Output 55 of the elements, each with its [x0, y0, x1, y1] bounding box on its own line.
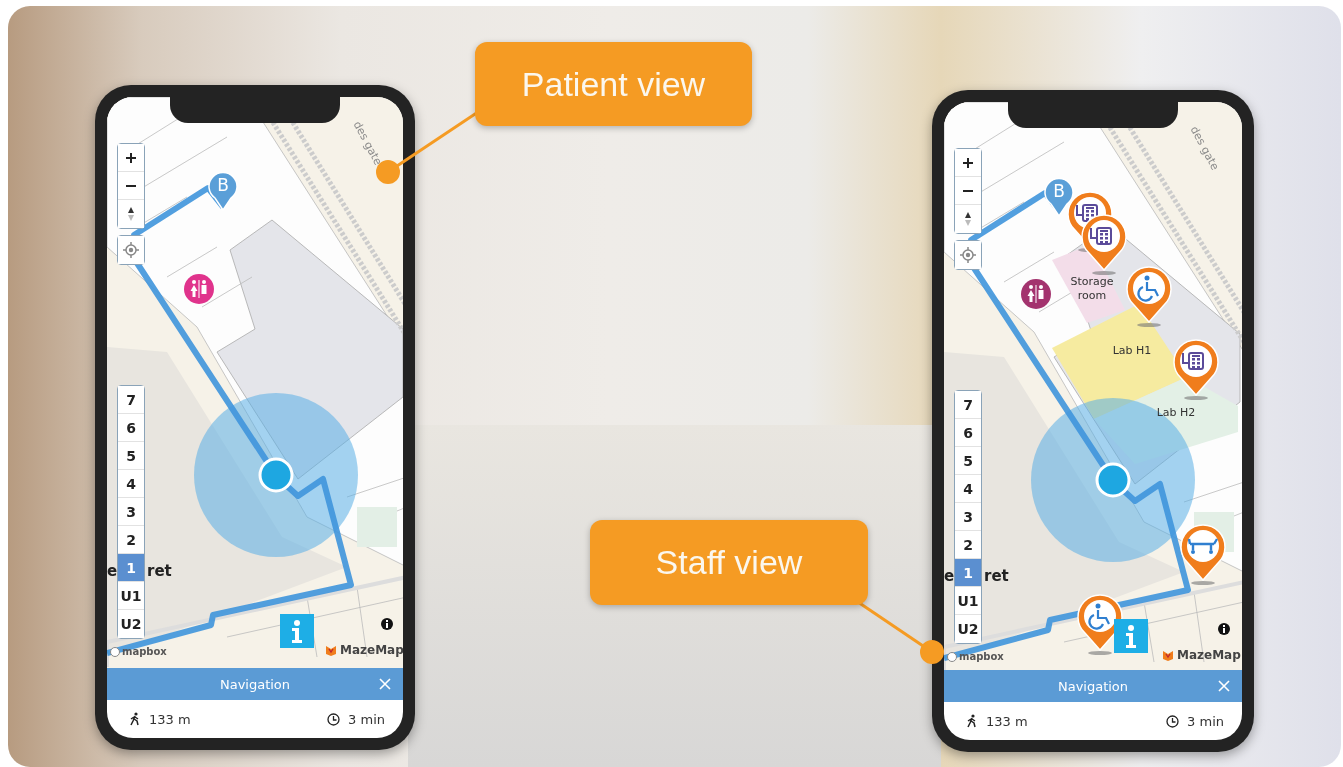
distance-label: 133 m [986, 713, 1028, 729]
navigation-title: Navigation [1057, 678, 1129, 694]
street-label: des gate [350, 119, 385, 168]
callout-label: Staff view [590, 520, 868, 605]
clock-icon [327, 712, 341, 726]
plus-icon [962, 156, 974, 169]
walking-icon [966, 714, 978, 728]
stretcher-pin-icon[interactable] [1179, 522, 1227, 586]
brand-logo-icon [1162, 649, 1174, 661]
device-pin-icon[interactable] [1172, 337, 1220, 401]
locate-button[interactable] [955, 241, 981, 269]
mapbox-logo-icon [947, 651, 957, 662]
attribution-label[interactable]: mapbox [959, 651, 1004, 662]
wheelchair-pin-icon[interactable] [1125, 264, 1173, 328]
distance-label: 133 m [149, 711, 191, 727]
room-label: Lab H2 [1156, 405, 1196, 421]
brand-logo-icon [325, 644, 337, 656]
room-label: Lab H1 [1112, 343, 1152, 359]
zoom-in-button[interactable] [118, 144, 144, 172]
locate-button[interactable] [118, 236, 144, 264]
zoom-in-button[interactable] [955, 149, 981, 177]
attribution-label[interactable]: mapbox [122, 646, 167, 657]
device-pin-icon[interactable] [1080, 212, 1128, 276]
info-icon[interactable] [381, 618, 393, 630]
duration-label: 3 min [348, 711, 385, 727]
compass-icon [127, 206, 135, 222]
location-dot [258, 457, 294, 493]
brand-label: MazeMap [1177, 648, 1241, 662]
street-label: e [107, 562, 118, 580]
toilet-icon[interactable] [184, 274, 214, 304]
locate-icon [123, 242, 139, 258]
info-sign-icon [280, 614, 314, 648]
duration-label: 3 min [1187, 713, 1224, 729]
compass-icon [964, 211, 972, 227]
plus-icon [125, 151, 137, 164]
location-dot [1095, 462, 1131, 498]
room-label: Storage room [1069, 274, 1115, 304]
info-sign-icon [1114, 619, 1148, 653]
street-label: e [944, 567, 955, 585]
street-label: des gate [1187, 124, 1222, 173]
brand-label: MazeMap [340, 643, 403, 657]
floor-button[interactable]: 7 [955, 391, 981, 419]
walking-icon [129, 712, 141, 726]
street-label: ret [147, 562, 172, 580]
floor-button[interactable]: 7 [118, 386, 144, 414]
close-icon[interactable] [379, 678, 391, 690]
mapbox-logo-icon [110, 646, 120, 657]
callout-label: Patient view [475, 42, 752, 126]
info-icon[interactable] [1218, 623, 1230, 635]
street-label: ret [984, 567, 1009, 585]
navigation-title: Navigation [219, 676, 291, 692]
close-icon[interactable] [1218, 680, 1230, 692]
locate-icon [960, 247, 976, 263]
clock-icon [1166, 714, 1180, 728]
toilet-icon[interactable] [1021, 279, 1051, 309]
